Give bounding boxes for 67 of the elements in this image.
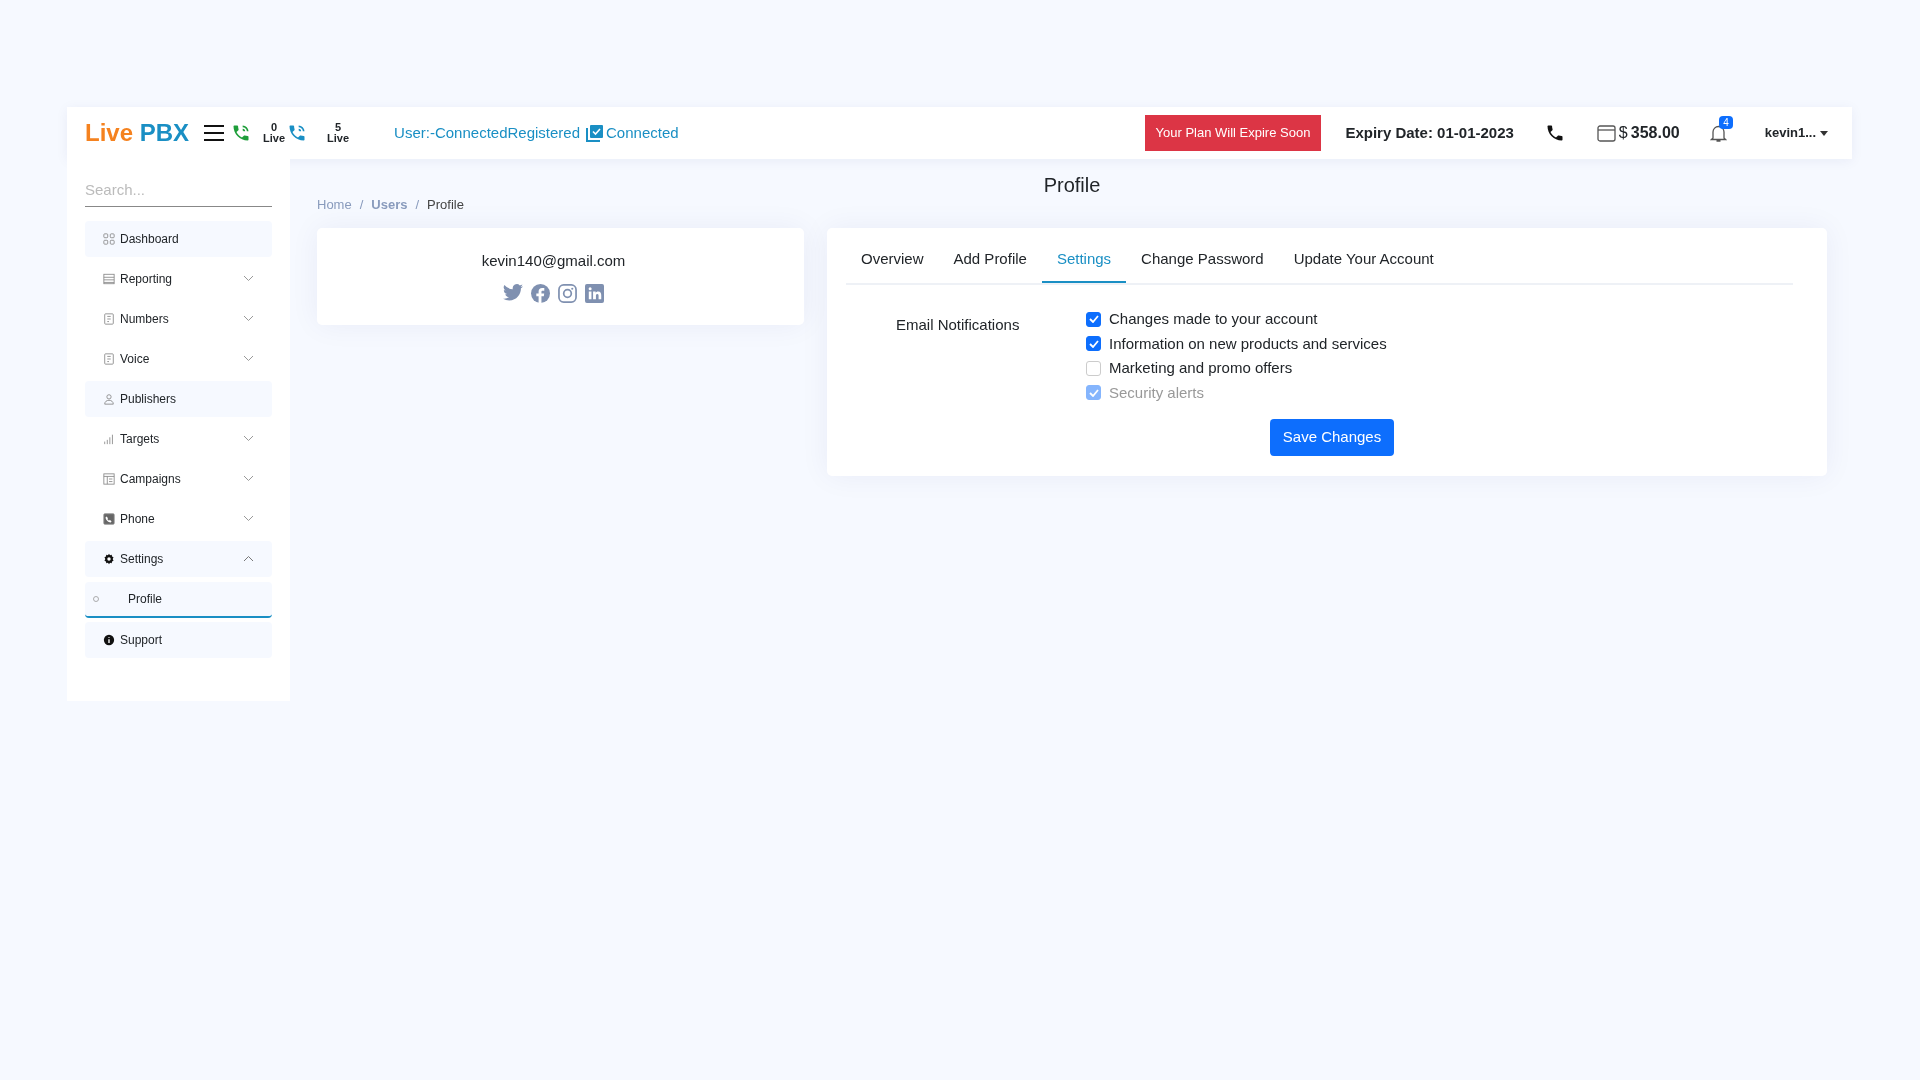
sidebar-item[interactable]: Phone bbox=[85, 500, 272, 537]
chevron-icon bbox=[243, 555, 254, 562]
logo: Live PBX bbox=[85, 118, 190, 148]
gear-icon bbox=[103, 552, 115, 565]
info-icon bbox=[103, 633, 115, 646]
caret-icon bbox=[1820, 130, 1828, 136]
phone-icon bbox=[103, 512, 115, 525]
sidebar-item[interactable]: Targets bbox=[85, 420, 272, 457]
user-email: kevin140@gmail.com bbox=[481, 250, 626, 271]
chevron-icon bbox=[243, 475, 254, 482]
breadcrumb-current: Profile bbox=[427, 196, 464, 214]
chevron-icon bbox=[243, 515, 254, 522]
breadcrumb-separator: / bbox=[415, 196, 420, 214]
tab[interactable]: Change Password bbox=[1126, 237, 1279, 283]
table-icon bbox=[103, 472, 115, 485]
checkbox-label: Information on new products and services bbox=[1109, 333, 1387, 354]
expiry-date: Expiry Date: 01-01-2023 bbox=[1345, 122, 1514, 143]
menu-icon[interactable] bbox=[203, 124, 226, 142]
connection-status: User:-ConnectedRegistered bbox=[394, 122, 581, 143]
sidebar-item[interactable]: Reporting bbox=[85, 260, 272, 297]
tab[interactable]: Overview bbox=[846, 237, 939, 283]
twitter-icon[interactable] bbox=[503, 284, 523, 301]
breadcrumb-separator: / bbox=[359, 196, 364, 214]
live-counter: 0 Live bbox=[263, 122, 286, 144]
wallet-icon bbox=[1596, 124, 1616, 142]
grid-icon bbox=[103, 232, 115, 245]
checkbox-label: Security alerts bbox=[1109, 382, 1205, 403]
chevron-icon bbox=[243, 435, 254, 442]
sidebar-item[interactable]: Settings bbox=[85, 540, 272, 577]
sidebar-item[interactable]: Campaigns bbox=[85, 460, 272, 497]
user-menu[interactable]: kevin1... bbox=[1758, 122, 1834, 144]
sidebar-item[interactable]: Support bbox=[85, 621, 272, 658]
chevron-icon bbox=[243, 315, 254, 322]
checkbox-label: Marketing and promo offers bbox=[1109, 358, 1293, 378]
person-icon bbox=[103, 392, 115, 405]
sidebar-item[interactable]: Voice bbox=[85, 340, 272, 377]
facebook-icon[interactable] bbox=[531, 284, 550, 303]
document-icon bbox=[103, 312, 115, 325]
bar-chart-icon bbox=[103, 432, 115, 445]
list-icon bbox=[103, 272, 115, 285]
field-label: Email Notifications bbox=[895, 315, 1021, 335]
tab[interactable]: Settings bbox=[1041, 237, 1127, 283]
checkbox-label: Changes made to your account bbox=[1109, 309, 1318, 329]
page-title: Profile bbox=[1042, 173, 1102, 197]
tab[interactable]: Update Your Account bbox=[1278, 237, 1449, 283]
instagram-icon[interactable] bbox=[558, 284, 577, 303]
checkbox-icon bbox=[586, 124, 605, 142]
checkbox[interactable] bbox=[1086, 336, 1101, 352]
plan-expiry-button[interactable]: Your Plan Will Expire Soon bbox=[1144, 115, 1322, 151]
chevron-icon bbox=[243, 355, 254, 362]
live-counter: 5 Live bbox=[327, 122, 350, 144]
sidebar-subitem[interactable]: Profile bbox=[85, 581, 272, 618]
save-button[interactable]: Save Changes bbox=[1269, 419, 1395, 456]
balance-amount: 358.00 bbox=[1630, 123, 1680, 143]
document-icon bbox=[103, 352, 115, 365]
sidebar-item[interactable]: Publishers bbox=[85, 380, 272, 417]
connection-status: Connected bbox=[606, 122, 679, 143]
circle-icon bbox=[93, 595, 99, 602]
checkbox[interactable] bbox=[1086, 311, 1101, 327]
sidebar-item[interactable]: Numbers bbox=[85, 300, 272, 337]
notification-badge: 4 bbox=[1719, 115, 1733, 129]
linkedin-icon[interactable] bbox=[585, 284, 604, 303]
checkbox[interactable] bbox=[1086, 360, 1101, 376]
chevron-icon bbox=[243, 275, 254, 282]
sidebar-item[interactable]: Dashboard bbox=[85, 220, 272, 257]
tab[interactable]: Add Profile bbox=[938, 237, 1042, 283]
currency-sign: $ bbox=[1618, 123, 1628, 143]
